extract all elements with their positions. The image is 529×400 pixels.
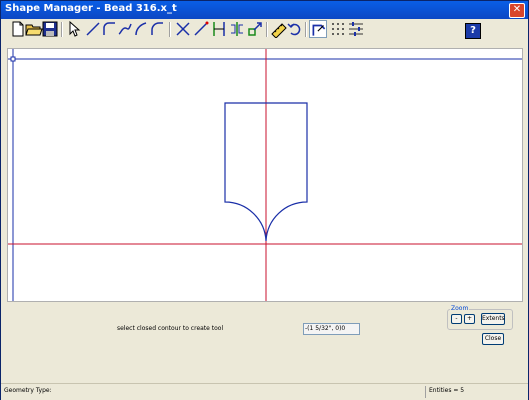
trim-icon[interactable]: [174, 20, 192, 38]
drawing-geometry: [8, 49, 522, 301]
extend-line-icon[interactable]: [192, 20, 210, 38]
properties-icon[interactable]: [347, 20, 365, 38]
select-arrow-icon[interactable]: [65, 20, 83, 38]
origin-marker: [10, 56, 16, 62]
toolbar: ?: [1, 19, 528, 41]
entities-count-status: Entities = 5: [429, 387, 465, 394]
contour-tool-icon[interactable]: [309, 20, 327, 38]
coordinate-field[interactable]: -(1 5/32", 0)0: [303, 323, 360, 335]
zoom-label: Zoom: [450, 305, 470, 312]
move-icon[interactable]: [246, 20, 264, 38]
close-button[interactable]: Close: [482, 333, 504, 345]
window-close-button[interactable]: ✕: [509, 3, 525, 18]
toolbar-separator: [61, 22, 63, 37]
undo-icon[interactable]: [286, 20, 304, 38]
geometry-type-status: Geometry Type:: [4, 387, 52, 394]
window-title: Shape Manager - Bead 316.x_t: [5, 3, 177, 14]
grid-icon[interactable]: [329, 20, 347, 38]
status-bar: Geometry Type: Entities = 5: [1, 383, 528, 400]
zoom-in-button[interactable]: +: [464, 314, 475, 324]
toolbar-separator: [266, 22, 268, 37]
dimension-icon[interactable]: [210, 20, 228, 38]
help-button[interactable]: ?: [465, 23, 481, 39]
toolbar-separator: [305, 22, 307, 37]
toolbar-separator: [169, 22, 171, 37]
extents-button[interactable]: Extents: [481, 313, 505, 325]
zoom-out-button[interactable]: -: [451, 314, 462, 324]
drawing-canvas[interactable]: [7, 48, 523, 302]
shape-manager-window: Shape Manager - Bead 316.x_t ✕ ? select …: [0, 0, 529, 400]
save-icon[interactable]: [41, 20, 59, 38]
prompt-text: select closed contour to create tool: [117, 325, 224, 332]
fillet-icon[interactable]: [148, 20, 166, 38]
title-bar[interactable]: Shape Manager - Bead 316.x_t ✕: [1, 1, 528, 19]
mirror-icon[interactable]: [228, 20, 246, 38]
status-divider: [425, 386, 426, 398]
